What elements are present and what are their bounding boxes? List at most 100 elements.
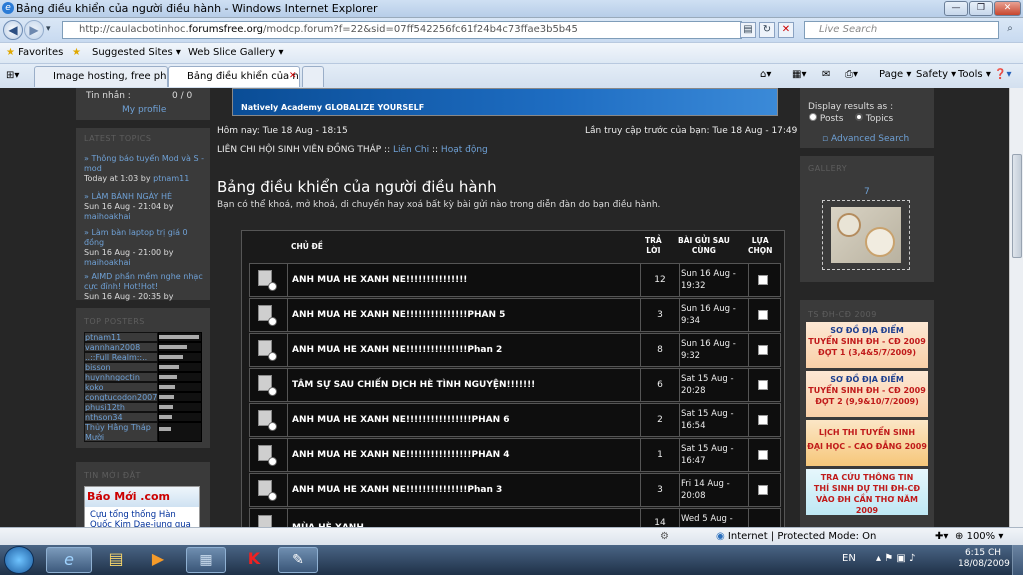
search-input[interactable]: Live Search <box>804 21 999 39</box>
favorites-button[interactable]: ★ Favorites <box>6 47 63 58</box>
page-menu[interactable]: Page ▾ <box>879 69 911 80</box>
select-checkbox[interactable] <box>758 275 768 285</box>
suggested-sites-button[interactable]: Suggested Sites ▾ <box>92 47 181 58</box>
security-icon[interactable]: ⚙ <box>660 531 669 542</box>
ad-tile[interactable]: LỊCH THI TUYỂN SINH ĐẠI HỌC - CAO ĐẲNG 2… <box>806 420 928 466</box>
poster-link[interactable]: bisson <box>84 362 158 372</box>
topic-title-link[interactable]: ANH MUA HE XANH NE!!!!!!!!!!!!!!!!PHAN 4 <box>292 450 510 460</box>
col-header-replies-line: LỜI <box>646 246 661 255</box>
taskbar-explorer-icon[interactable]: ▤ <box>98 547 134 573</box>
my-profile-link[interactable]: My profile <box>122 105 166 115</box>
zone-indicator[interactable]: ◉ Internet | Protected Mode: On <box>716 531 876 542</box>
select-checkbox[interactable] <box>758 415 768 425</box>
posters-list: ptnam11 vannhan2008 ..::Full Realm::.. b… <box>84 332 206 442</box>
back-button[interactable]: ◀ <box>3 20 23 40</box>
clock[interactable]: 6:15 CH 18/08/2009 <box>958 548 1010 570</box>
topic-title-link[interactable]: TÂM SỰ SAU CHIẾN DỊCH HÈ TÌNH NGUYỆN!!!!… <box>292 380 535 390</box>
topic-link[interactable]: » Làm bàn laptop trị giá 0 đồng <box>84 228 206 248</box>
topic-title-link[interactable]: ANH MUA HE XANH NE!!!!!!!!!!!!!!! <box>292 275 467 285</box>
topic-user-link[interactable]: maihoakhai <box>84 212 206 222</box>
select-checkbox-cell <box>748 264 780 296</box>
topic-title-link[interactable]: ANH MUA HE XANH NE!!!!!!!!!!!!!!!PHAN 5 <box>292 310 505 320</box>
print-icon[interactable]: ⎙▾ <box>845 69 858 80</box>
gallery-count-link[interactable]: 7 <box>864 187 870 197</box>
topic-link[interactable]: » AIMD phần mềm nghe nhạc cực đỉnh! Hot!… <box>84 272 206 292</box>
topic-link[interactable]: » LÀM BÁNH NGÀY HÈ <box>84 192 206 202</box>
taskbar-ie-icon[interactable]: e <box>46 547 92 573</box>
page-scrollbar[interactable] <box>1009 88 1023 547</box>
poster-link[interactable]: vannhan2008 <box>84 342 158 352</box>
poster-link[interactable]: ptnam11 <box>84 332 158 342</box>
poster-row: vannhan2008 <box>84 342 206 352</box>
radio-posts[interactable]: Posts <box>809 113 843 124</box>
last-post-date: Wed 5 Aug - <box>681 514 733 524</box>
taskbar-media-icon[interactable]: ▶ <box>140 547 176 573</box>
ad-banner[interactable]: Natively Academy GLOBALIZE YOURSELF <box>232 88 778 116</box>
ad-tile[interactable]: SƠ ĐỒ ĐỊA ĐIỂM TUYỂN SINH ĐH - CĐ 2009 Đ… <box>806 322 928 368</box>
tools-menu[interactable]: Tools ▾ <box>958 69 991 80</box>
gallery-thumbnail[interactable] <box>822 200 910 270</box>
radio-topics[interactable]: Topics <box>855 113 893 124</box>
table-row: ANH MUA HE XANH NE!!!!!!!!!!!!!!!!PHAN 4… <box>249 438 781 472</box>
poster-link[interactable]: huynhngoctin <box>84 372 158 382</box>
stop-icon[interactable]: ✕ <box>778 22 794 38</box>
last-post-time: 20:08 <box>681 491 706 501</box>
show-desktop-button[interactable] <box>1012 545 1023 575</box>
home-icon[interactable]: ⌂▾ <box>760 69 771 80</box>
minimize-button[interactable]: — <box>944 1 968 16</box>
poster-link[interactable]: congtucodon2007 <box>84 392 158 402</box>
select-checkbox[interactable] <box>758 345 768 355</box>
refresh-icon[interactable]: ↻ <box>759 22 775 38</box>
close-window-button[interactable]: ✕ <box>994 1 1021 16</box>
language-indicator[interactable]: EN <box>842 553 856 564</box>
advanced-search-link[interactable]: ▫ Advanced Search <box>822 134 909 144</box>
ad-tile[interactable]: TRA CỨU THÔNG TIN THÍ SINH DỰ THI ĐH-CĐ … <box>806 469 928 515</box>
taskbar-app-icon[interactable]: ▦ <box>186 547 226 573</box>
safety-menu[interactable]: Safety ▾ <box>916 69 956 80</box>
topic-title-link[interactable]: ANH MUA HE XANH NE!!!!!!!!!!!!!!!Phan 2 <box>292 345 502 355</box>
compatibility-icon[interactable]: ▤ <box>740 22 756 38</box>
breadcrumb-hoatdong[interactable]: Hoạt động <box>441 145 488 155</box>
topic-link[interactable]: » Thông báo tuyển Mod và S -mod <box>84 154 206 174</box>
poster-link[interactable]: nthson34 <box>84 412 158 422</box>
quick-tabs-icon[interactable]: ⊞▾ <box>6 70 19 81</box>
web-slice-gallery-button[interactable]: Web Slice Gallery ▾ <box>188 47 284 58</box>
feeds-icon[interactable]: ▦▾ <box>792 69 806 80</box>
taskbar-paint-icon[interactable]: ✎ <box>278 547 318 573</box>
help-icon[interactable]: ❓▾ <box>994 69 1011 80</box>
ad-line: TRA CỨU THÔNG TIN <box>820 473 914 482</box>
topic-icon <box>250 404 288 436</box>
select-checkbox[interactable] <box>758 380 768 390</box>
scrollbar-thumb[interactable] <box>1012 154 1022 258</box>
zoom-control[interactable]: ⊕ 100% ▾ <box>955 531 1003 542</box>
tab-moderator-panel[interactable]: Bảng điều khiển của ng... <box>168 66 300 87</box>
tray-icons[interactable]: ▴ ⚑ ▣ ♪ <box>876 553 915 564</box>
poster-link[interactable]: phusi12th <box>84 402 158 412</box>
history-dropdown-icon[interactable]: ▾ <box>46 24 51 34</box>
start-button[interactable] <box>4 546 34 574</box>
poster-link[interactable]: koko <box>84 382 158 392</box>
select-checkbox[interactable] <box>758 485 768 495</box>
select-checkbox[interactable] <box>758 450 768 460</box>
topic-user-link[interactable]: ptnam11 <box>153 174 189 183</box>
topic-title-link[interactable]: ANH MUA HE XANH NE!!!!!!!!!!!!!!!!PHAN 6 <box>292 415 510 425</box>
address-input[interactable]: http://caulacbotinhoc.forumsfree.org/mod… <box>62 21 742 39</box>
ad-tile[interactable]: SƠ ĐỒ ĐỊA ĐIỂM TUYỂN SINH ĐH - CĐ 2009 Đ… <box>806 371 928 417</box>
topic-title-link[interactable]: ANH MUA HE XANH NE!!!!!!!!!!!!!!!Phan 3 <box>292 485 502 495</box>
taskbar-kaspersky-icon[interactable]: K <box>236 547 272 573</box>
close-tab-icon[interactable]: ✕ <box>289 71 297 81</box>
search-icon[interactable]: ⌕ <box>1002 22 1018 38</box>
poster-link[interactable]: Thủy Hằng Tháp Mười <box>84 422 158 442</box>
new-tab-button[interactable] <box>302 66 324 87</box>
select-checkbox[interactable] <box>758 310 768 320</box>
globe-icon: ◉ <box>716 531 725 542</box>
topic-user-link[interactable]: maihoakhai <box>84 258 206 268</box>
poster-link[interactable]: ..::Full Realm::.. <box>84 352 158 362</box>
restore-button[interactable]: ❐ <box>969 1 993 16</box>
forward-button[interactable]: ▶ <box>24 20 44 40</box>
add-favorite-icon[interactable]: ★ <box>72 47 81 58</box>
breadcrumb-lienchi[interactable]: Liên Chi <box>393 145 429 155</box>
breadcrumb-root[interactable]: LIÊN CHI HỘI SINH VIÊN ĐỒNG THÁP :: <box>217 145 390 155</box>
tab-image-hosting[interactable]: Image hosting, free photo s... <box>34 66 168 87</box>
mail-icon[interactable]: ✉ <box>822 69 830 80</box>
